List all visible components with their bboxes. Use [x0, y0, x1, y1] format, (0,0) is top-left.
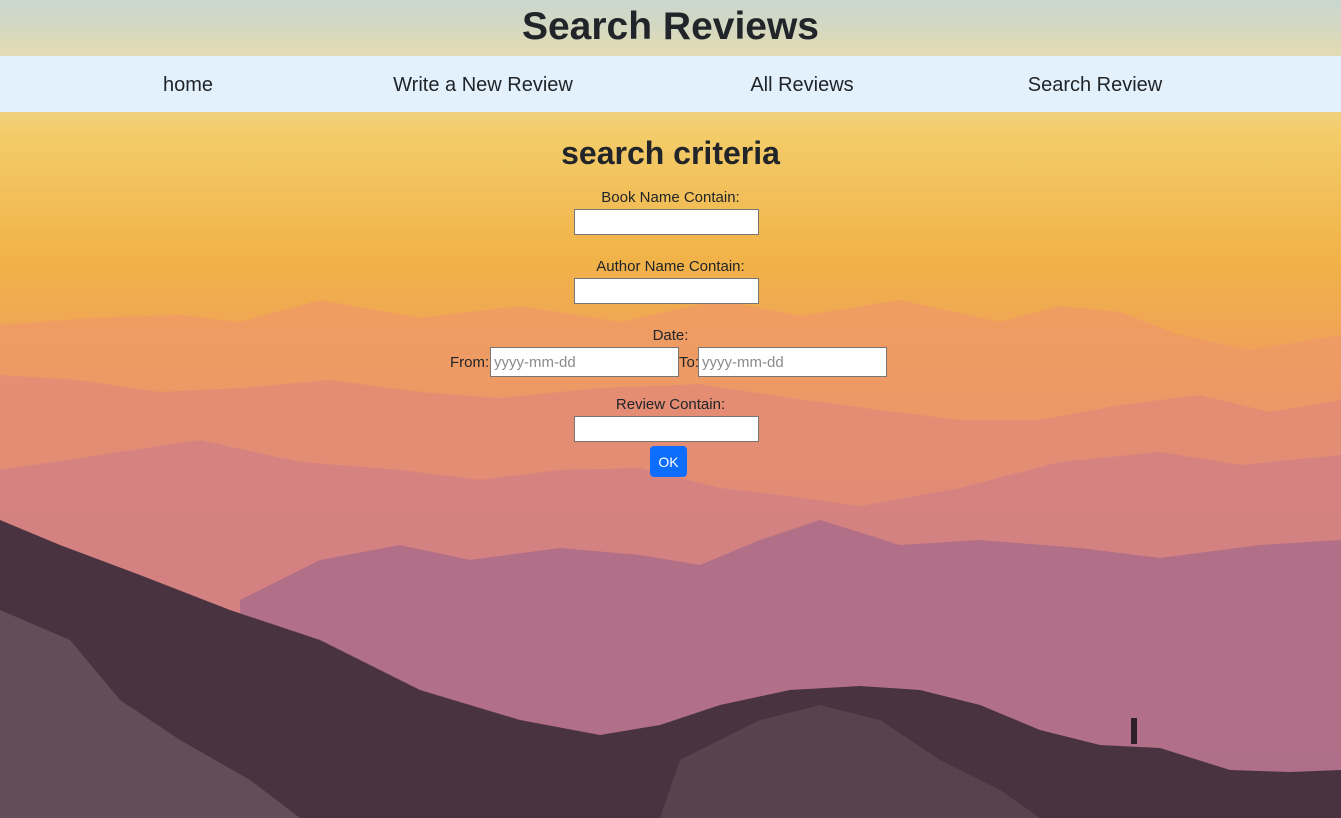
date-to-label: To:	[679, 354, 700, 371]
main-navbar: home Write a New Review All Reviews Sear…	[0, 56, 1341, 112]
review-contain-input[interactable]	[574, 416, 759, 442]
date-from-label: From:	[450, 354, 490, 371]
nav-search-review-link[interactable]: Search Review	[1028, 56, 1163, 114]
nav-all-reviews-link[interactable]: All Reviews	[750, 56, 853, 114]
review-contain-label: Review Contain:	[615, 396, 726, 413]
date-label: Date:	[652, 327, 689, 344]
nav-write-review-link[interactable]: Write a New Review	[393, 56, 573, 114]
date-from-input[interactable]	[490, 347, 679, 377]
ok-button[interactable]: OK	[650, 446, 687, 477]
page-title: Search Reviews	[521, 5, 819, 48]
page-content: Search Reviews home Write a New Review A…	[0, 0, 1341, 818]
nav-home-link[interactable]: home	[163, 56, 213, 114]
author-name-input[interactable]	[574, 278, 759, 304]
author-name-label: Author Name Contain:	[596, 258, 745, 275]
book-name-label: Book Name Contain:	[601, 189, 740, 206]
date-to-input[interactable]	[698, 347, 887, 377]
book-name-input[interactable]	[574, 209, 759, 235]
search-criteria-heading: search criteria	[561, 135, 780, 171]
